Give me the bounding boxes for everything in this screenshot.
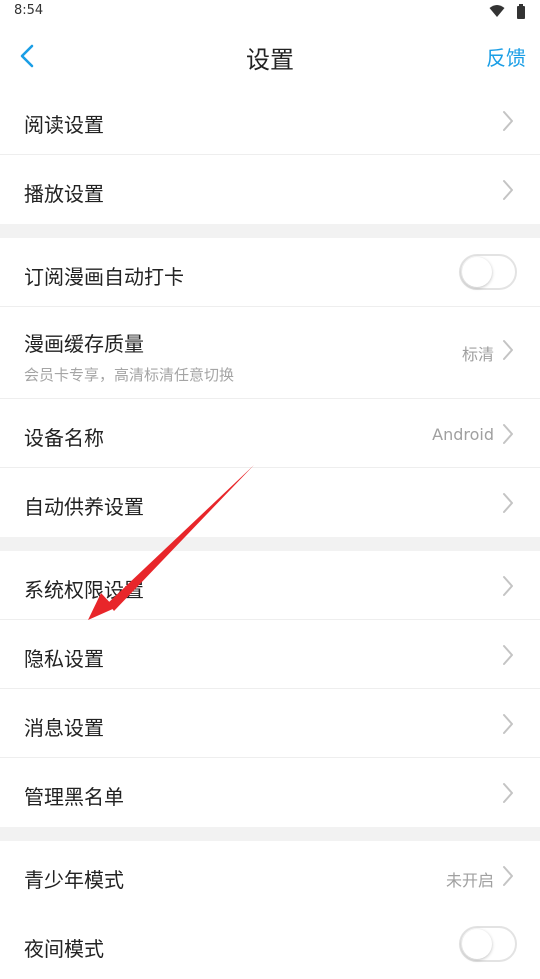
- row-label: 播放设置: [24, 182, 104, 206]
- row-value: 标清: [461, 345, 494, 364]
- toggle-knob: [462, 257, 492, 287]
- toggle-knob: [462, 929, 492, 959]
- feedback-button[interactable]: 反馈: [486, 42, 526, 71]
- blacklist-row[interactable]: 管理黑名单: [0, 758, 540, 827]
- chevron-right-icon: [502, 110, 514, 132]
- chevron-right-icon: [502, 423, 514, 445]
- app-bar: 设置 反馈: [0, 24, 540, 86]
- night-mode-row: 夜间模式: [0, 910, 540, 979]
- settings-list: 阅读设置 播放设置 订阅漫画自动打卡 漫画缓存质量 会员卡专享，高清标清任意切换…: [0, 86, 540, 979]
- chevron-right-icon: [502, 179, 514, 201]
- night-mode-toggle[interactable]: [459, 926, 517, 962]
- status-time: 8:54: [14, 3, 44, 18]
- row-subtitle: 会员卡专享，高清标清任意切换: [24, 366, 235, 384]
- auto-support-settings-row[interactable]: 自动供养设置: [0, 468, 540, 537]
- privacy-settings-row[interactable]: 隐私设置: [0, 620, 540, 689]
- row-label: 夜间模式: [24, 937, 104, 961]
- chevron-right-icon: [502, 713, 514, 735]
- chevron-right-icon: [502, 492, 514, 514]
- row-label: 自动供养设置: [24, 495, 144, 519]
- playback-settings-row[interactable]: 播放设置: [0, 155, 540, 224]
- section-gap: [0, 224, 540, 238]
- chevron-right-icon: [502, 865, 514, 887]
- back-button[interactable]: [12, 38, 48, 74]
- chevron-right-icon: [502, 782, 514, 804]
- row-label: 订阅漫画自动打卡: [24, 265, 184, 289]
- page-title: 设置: [246, 46, 294, 74]
- row-value: 未开启: [445, 871, 494, 890]
- cache-quality-row[interactable]: 漫画缓存质量 会员卡专享，高清标清任意切换 标清: [0, 307, 540, 399]
- auto-checkin-toggle[interactable]: [459, 254, 517, 290]
- row-label: 消息设置: [24, 716, 104, 740]
- battery-icon: [517, 4, 525, 19]
- section-gap: [0, 827, 540, 841]
- device-name-row[interactable]: 设备名称 Android: [0, 399, 540, 468]
- wifi-icon: [489, 5, 505, 17]
- auto-checkin-row: 订阅漫画自动打卡: [0, 238, 540, 307]
- row-label: 管理黑名单: [24, 785, 124, 809]
- row-label: 漫画缓存质量: [24, 332, 144, 356]
- status-bar: 8:54: [0, 0, 540, 24]
- status-icons: [489, 4, 526, 20]
- chevron-right-icon: [502, 644, 514, 666]
- teen-mode-row[interactable]: 青少年模式 未开启: [0, 841, 540, 910]
- chevron-right-icon: [502, 575, 514, 597]
- system-permissions-row[interactable]: 系统权限设置: [0, 551, 540, 620]
- chevron-left-icon: [20, 44, 34, 68]
- row-label: 阅读设置: [24, 113, 104, 137]
- message-settings-row[interactable]: 消息设置: [0, 689, 540, 758]
- chevron-right-icon: [502, 339, 514, 361]
- row-label: 系统权限设置: [24, 578, 144, 602]
- reading-settings-row[interactable]: 阅读设置: [0, 86, 540, 155]
- row-label: 隐私设置: [24, 647, 104, 671]
- row-label: 青少年模式: [24, 868, 124, 892]
- section-gap: [0, 537, 540, 551]
- row-label: 设备名称: [24, 426, 104, 450]
- row-value: Android: [432, 425, 494, 444]
